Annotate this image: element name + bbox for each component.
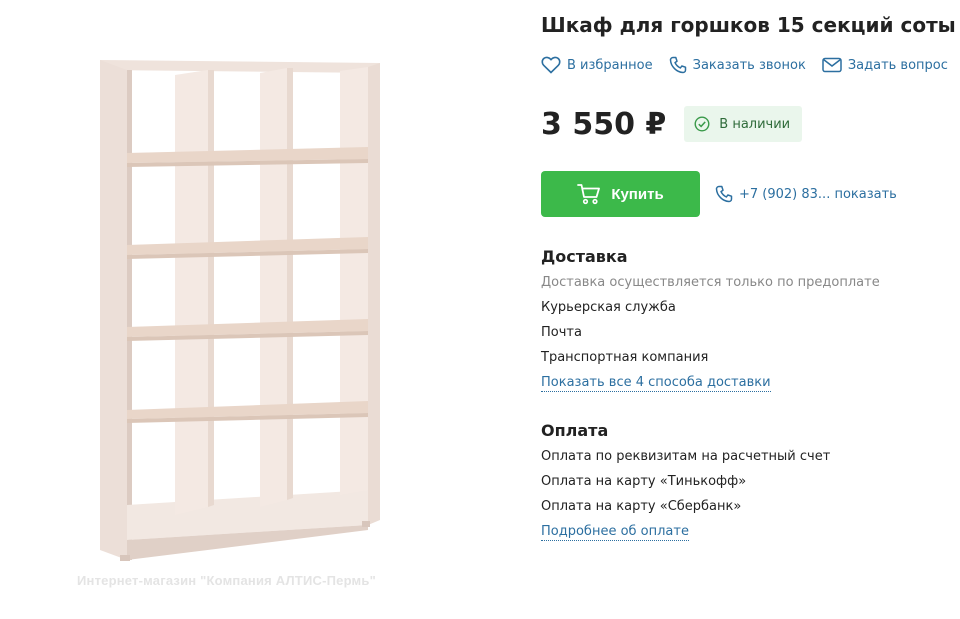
payment-method: Оплата на карту «Тинькофф» [541,474,747,489]
delivery-note: Доставка осуществляется только по предоп… [541,275,880,290]
buy-button[interactable]: Купить [541,171,700,217]
phone-icon [715,185,733,203]
buy-label: Купить [611,185,664,203]
question-label: Задать вопрос [847,57,948,73]
phone-icon [669,56,686,74]
delivery-title: Доставка [541,247,628,266]
image-watermark: Интернет-магазин "Компания АЛТИС-Пермь" [77,573,376,588]
callback-label: Заказать звонок [692,57,806,73]
check-circle-icon [694,116,710,132]
payment-method: Оплата на карту «Сбербанк» [541,499,742,514]
envelope-icon [822,57,842,73]
payment-method: Оплата по реквизитам на расчетный счет [541,449,831,464]
payment-details-link[interactable]: Подробнее об оплате [541,524,689,541]
delivery-method: Почта [541,325,582,340]
favorite-label: В избранное [567,57,653,73]
product-title: Шкаф для горшков 15 секций соты [541,13,956,37]
phone-number: +7 (902) 83... показать [739,186,897,202]
product-price: 3 550 ₽ [541,106,667,142]
product-gallery: Интернет-магазин "Компания АЛТИС-Пермь" [0,0,480,619]
all-delivery-methods-link[interactable]: Показать все 4 способа доставки [541,375,771,392]
show-phone-link[interactable]: +7 (902) 83... показать [715,185,897,203]
availability-badge: В наличии [684,106,803,142]
ask-question-button[interactable]: Задать вопрос [822,57,948,73]
delivery-method: Курьерская служба [541,300,676,315]
price-row: 3 550 ₽ В наличии [541,106,803,142]
add-to-favorites-button[interactable]: В избранное [541,56,653,74]
buy-row: Купить +7 (902) 83... показать [541,171,897,217]
availability-label: В наличии [719,116,791,132]
product-actions: В избранное Заказать звонок Задать вопро… [541,56,960,74]
request-call-button[interactable]: Заказать звонок [669,56,806,74]
delivery-method: Транспортная компания [541,350,709,365]
cart-icon [577,184,601,205]
payment-title: Оплата [541,421,609,440]
product-image[interactable] [90,55,390,565]
heart-icon [541,56,561,74]
